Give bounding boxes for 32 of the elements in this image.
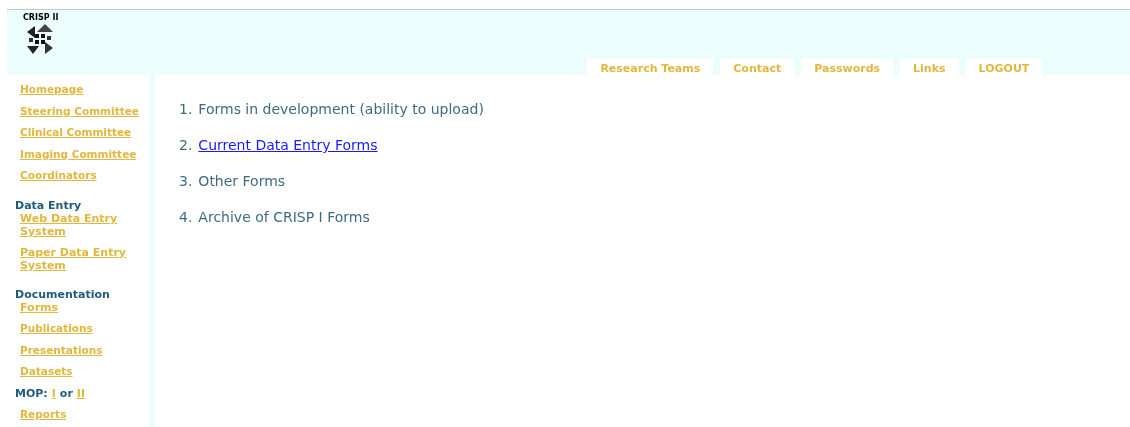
- sidebar-link[interactable]: Coordinators: [20, 169, 97, 183]
- mop-link[interactable]: II: [76, 386, 86, 400]
- forms-entry: Forms in development (ability to upload): [198, 100, 484, 118]
- item-number: 3.: [179, 172, 193, 190]
- sidebar-link[interactable]: Imaging Committee: [20, 147, 137, 161]
- sidebar-link[interactable]: Clinical Committee: [20, 126, 132, 140]
- item-number: 2.: [179, 136, 193, 154]
- mop-label: MOP:: [15, 386, 48, 400]
- sidebar-heading: Data Entry: [15, 198, 82, 212]
- mop-joiner: or: [59, 386, 73, 400]
- nav-tab[interactable]: Passwords: [801, 59, 894, 75]
- sidebar-link[interactable]: Steering Committee: [20, 104, 139, 118]
- nav-tab[interactable]: LOGOUT: [965, 59, 1043, 75]
- sidebar-link[interactable]: Paper Data Entry System: [20, 245, 140, 272]
- sidebar-link[interactable]: Datasets: [20, 365, 73, 379]
- nav-tab[interactable]: Research Teams: [587, 59, 714, 75]
- item-number: 4.: [179, 208, 193, 226]
- mop-link[interactable]: I: [51, 386, 56, 400]
- sidebar-link[interactable]: Web Data Entry System: [20, 211, 140, 238]
- item-number: 1.: [179, 100, 193, 118]
- sidebar-heading: Documentation: [15, 287, 110, 301]
- forms-link[interactable]: Current Data Entry Forms: [198, 136, 378, 154]
- sidebar-link[interactable]: Homepage: [20, 83, 84, 96]
- sidebar-link[interactable]: Forms: [20, 300, 140, 314]
- sidebar-link[interactable]: Publications: [20, 321, 93, 335]
- forms-entry: Other Forms: [198, 172, 286, 190]
- forms-entry: Archive of CRISP I Forms: [198, 208, 370, 226]
- nav-tab[interactable]: Contact: [720, 59, 795, 75]
- sidebar-link[interactable]: Presentations: [20, 343, 103, 357]
- logo-text: CRISP II: [23, 13, 59, 22]
- sidebar-link[interactable]: Reports: [20, 408, 67, 422]
- nav-tab[interactable]: Links: [900, 59, 959, 75]
